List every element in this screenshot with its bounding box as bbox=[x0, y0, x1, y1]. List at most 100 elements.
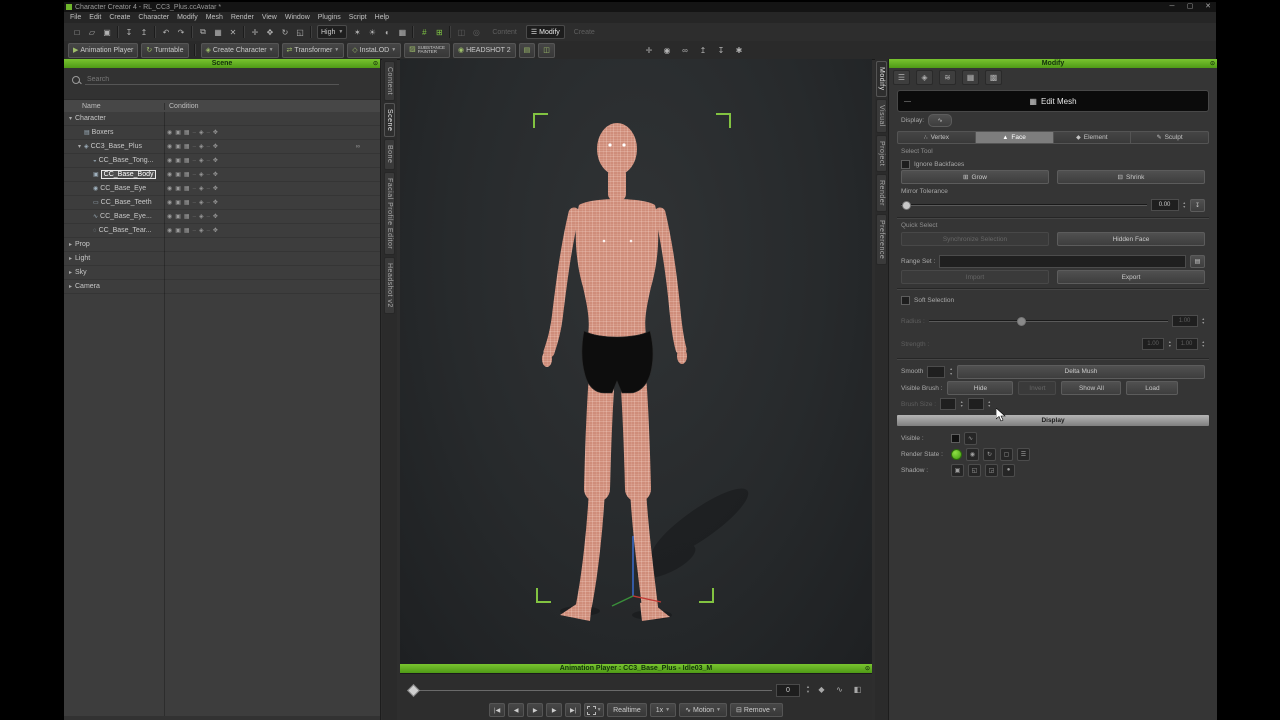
next-frame-button[interactable]: ▶ bbox=[546, 703, 563, 717]
tree-row-sky[interactable]: ▸ Sky bbox=[64, 266, 380, 280]
mode-tab-vertex[interactable]: ∴ Vertex bbox=[897, 131, 976, 144]
prev-frame-button[interactable]: ◀ bbox=[508, 703, 525, 717]
3d-viewport[interactable] bbox=[400, 59, 872, 664]
self-shadow-icon[interactable]: ◲ bbox=[985, 463, 998, 477]
tree-row-cc-base-body[interactable]: ▣ CC_Base_Body ◉ ▣ ▦ – ◈ – ✥ bbox=[64, 168, 380, 182]
light-icon[interactable]: ☀ bbox=[365, 25, 379, 39]
mesh-state-icon[interactable]: ▦ bbox=[184, 171, 190, 178]
mirror-tolerance-value[interactable]: 0.00 bbox=[1150, 199, 1179, 211]
smooth-value[interactable] bbox=[927, 365, 946, 378]
radius-value[interactable]: 1.00 bbox=[1171, 315, 1198, 327]
tab-content[interactable]: Content bbox=[384, 61, 395, 102]
mode-tab-face[interactable]: ▲ Face bbox=[975, 131, 1054, 144]
bounding-box-icon[interactable]: ▢ bbox=[1000, 447, 1013, 461]
select-state-icon[interactable]: ▣ bbox=[175, 129, 181, 136]
tree-row-cc-base-tong[interactable]: ◒ CC_Base_Tong... ◉ ▣ ▦ – ◈ – ✥ bbox=[64, 154, 380, 168]
visible-checkbox[interactable] bbox=[951, 433, 960, 443]
mirror-tolerance-spinner[interactable]: ▲ ▼ bbox=[1183, 201, 1186, 210]
physics-state-icon[interactable]: ✥ bbox=[213, 171, 218, 178]
visibility-icon[interactable]: ◉ bbox=[167, 129, 172, 136]
loop-range-button[interactable]: ▼ bbox=[584, 703, 605, 717]
soft-selection-checkbox[interactable] bbox=[901, 295, 910, 305]
shrink-button[interactable]: ⊟ Shrink bbox=[1057, 170, 1205, 184]
menu-character[interactable]: Character bbox=[134, 14, 173, 21]
tab-scene[interactable]: Scene bbox=[384, 103, 395, 138]
display-section-header[interactable]: Display bbox=[897, 415, 1209, 426]
mesh-state-icon[interactable]: ▦ bbox=[184, 227, 190, 234]
remove-dropdown[interactable]: ⊟ Remove ▼ bbox=[729, 703, 783, 717]
physics-state-icon[interactable]: ✥ bbox=[213, 199, 218, 206]
pose-tool-icon[interactable]: ▤ bbox=[518, 42, 536, 58]
hidden-face-button[interactable]: Hidden Face bbox=[1057, 232, 1205, 246]
node-label[interactable]: Light bbox=[75, 255, 90, 262]
tab-visual[interactable]: Visual bbox=[876, 98, 887, 133]
tab-preference[interactable]: Preference bbox=[876, 213, 887, 266]
tree-row-cc-base-tear[interactable]: ◌ CC_Base_Tear... ◉ ▣ ▦ – ◈ – ✥ bbox=[64, 224, 380, 238]
grow-button[interactable]: ⊞ Grow bbox=[901, 170, 1049, 184]
close-button[interactable]: ✕ bbox=[1202, 2, 1214, 12]
node-label[interactable]: CC_Base_Body bbox=[100, 170, 157, 179]
refresh-icon[interactable]: ↻ bbox=[983, 447, 996, 461]
node-label[interactable]: CC3_Base_Plus bbox=[91, 143, 142, 150]
select-state-icon[interactable]: ▣ bbox=[175, 143, 181, 150]
headshot2-button[interactable]: ◉ HEADSHOT 2 bbox=[452, 42, 516, 58]
load-button[interactable]: Load bbox=[1126, 381, 1179, 395]
expand-arrow-icon[interactable]: ▸ bbox=[66, 241, 75, 248]
radius-slider[interactable] bbox=[928, 317, 1168, 326]
calibration-tool-icon[interactable]: ◫ bbox=[538, 42, 555, 58]
tree-row-cc-base-eye[interactable]: ◉ CC_Base_Eye ◉ ▣ ▦ – ◈ – ✥ bbox=[64, 182, 380, 196]
material-state-icon[interactable]: ◈ bbox=[199, 227, 204, 234]
tree-row-character[interactable]: ▾ Character bbox=[64, 112, 380, 126]
menu-help[interactable]: Help bbox=[371, 14, 393, 21]
focus-icon[interactable]: ✛ bbox=[642, 43, 656, 57]
substance-painter-button[interactable]: ▨ SUBSTANCE PAINTER bbox=[404, 42, 450, 58]
mesh-state-icon[interactable]: ▦ bbox=[184, 199, 190, 206]
tree-row-camera[interactable]: ▸ Camera bbox=[64, 280, 380, 294]
copy-icon[interactable]: ⧉ bbox=[196, 25, 210, 39]
mesh-state-icon[interactable]: ▦ bbox=[184, 157, 190, 164]
node-label[interactable]: CC_Base_Tong... bbox=[99, 157, 154, 164]
brush-size-spinner-2[interactable]: ▲ ▼ bbox=[988, 400, 991, 409]
strength-spinner-1[interactable]: ▲ ▼ bbox=[1168, 340, 1171, 349]
visibility-icon[interactable]: ◉ bbox=[167, 227, 172, 234]
visibility-icon[interactable]: ◉ bbox=[167, 213, 172, 220]
brush-size-value-2[interactable] bbox=[967, 398, 984, 410]
visibility-icon[interactable]: ◉ bbox=[167, 143, 172, 150]
visibility-icon[interactable]: ◉ bbox=[167, 157, 172, 164]
physics-state-icon[interactable]: ✥ bbox=[213, 157, 218, 164]
maximize-button[interactable]: ▢ bbox=[1184, 2, 1196, 12]
visibility-icon[interactable]: ◉ bbox=[167, 185, 172, 192]
physics-state-icon[interactable]: ✥ bbox=[213, 213, 218, 220]
speed-dropdown[interactable]: 1x ▼ bbox=[649, 703, 677, 717]
motion-dropdown[interactable]: ∿ Motion ▼ bbox=[679, 703, 727, 717]
material-state-icon[interactable]: ◈ bbox=[199, 213, 204, 220]
tab-facial-profile-editor[interactable]: Facial Profile Editor bbox=[384, 171, 395, 255]
menu-create[interactable]: Create bbox=[105, 14, 134, 21]
brush-size-value-1[interactable] bbox=[940, 398, 957, 410]
mesh-state-icon[interactable]: ▦ bbox=[184, 213, 190, 220]
export-scene-icon[interactable]: ↥ bbox=[696, 43, 710, 57]
expand-arrow-icon[interactable]: ▸ bbox=[66, 283, 75, 290]
select-state-icon[interactable]: ▣ bbox=[175, 199, 181, 206]
select-state-icon[interactable]: ▣ bbox=[175, 185, 181, 192]
material-state-icon[interactable]: ◈ bbox=[199, 157, 204, 164]
modify-close-icon[interactable]: ⊙ bbox=[1210, 60, 1215, 67]
content-toggle[interactable]: Content bbox=[488, 26, 521, 38]
attribute-tab-icon[interactable]: ☰ bbox=[893, 70, 910, 85]
radius-spinner[interactable]: ▲ ▼ bbox=[1202, 317, 1205, 326]
frame-value[interactable]: 0 bbox=[776, 684, 800, 697]
shading-icon[interactable]: ◐ bbox=[380, 25, 394, 39]
animation-player-close-icon[interactable]: ⊙ bbox=[865, 665, 870, 672]
export-icon[interactable]: ↥ bbox=[137, 25, 151, 39]
animation-player-header[interactable]: Animation Player : CC3_Base_Plus - Idle0… bbox=[400, 664, 872, 673]
new-project-icon[interactable]: □ bbox=[70, 25, 84, 39]
node-label[interactable]: Prop bbox=[75, 241, 90, 248]
mesh-tab-icon[interactable]: ▦ bbox=[962, 70, 979, 85]
mesh-state-icon[interactable]: ▦ bbox=[184, 129, 190, 136]
node-label[interactable]: CC_Base_Eye... bbox=[100, 213, 152, 220]
link-icon[interactable]: ∞ bbox=[356, 144, 360, 150]
mirror-icon[interactable]: ◫ bbox=[454, 25, 468, 39]
tab-modify[interactable]: Modify bbox=[876, 61, 887, 97]
delete-icon[interactable]: ✕ bbox=[226, 25, 240, 39]
tab-headshot-v2[interactable]: Headshot v2 bbox=[384, 256, 395, 314]
